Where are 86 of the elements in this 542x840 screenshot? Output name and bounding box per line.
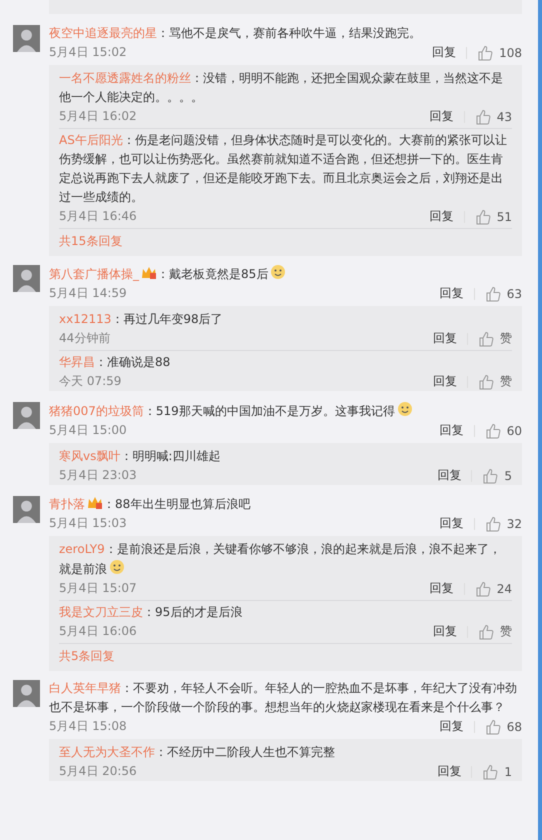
- avatar[interactable]: [13, 25, 40, 52]
- reply-link[interactable]: 回复: [433, 373, 457, 390]
- thumbs-up-icon[interactable]: [474, 580, 491, 596]
- reply-link[interactable]: 回复: [430, 108, 454, 125]
- reply-time: 今天 07:59: [59, 373, 122, 390]
- comment-time: 5月4日 14:59: [49, 285, 127, 302]
- thumbs-up-icon[interactable]: [484, 422, 501, 438]
- thumbs-up-icon[interactable]: [478, 374, 494, 390]
- username-link[interactable]: 我是文刀立三皮: [59, 605, 143, 619]
- reply-link[interactable]: 回复: [430, 580, 454, 597]
- comment-time: 5月4日 15:08: [49, 718, 127, 735]
- like-count: 43: [496, 110, 512, 124]
- username-link[interactable]: 夜空中追逐最亮的星: [49, 26, 157, 40]
- thumbs-up-icon[interactable]: [477, 44, 494, 60]
- reply-text: 一名不愿透露姓名的粉丝：没错，明明不能跑，还把全国观众蒙在鼓里，当然这不是他一个人能决定的。。。。: [59, 70, 504, 106]
- username-link[interactable]: 第八套广播体操_: [49, 267, 139, 281]
- like-count: 赞: [500, 330, 512, 347]
- more-replies-link[interactable]: 共15条回复: [59, 234, 122, 248]
- like-count: 赞: [500, 623, 512, 640]
- thumbs-up-icon[interactable]: [484, 718, 501, 734]
- like-count: 51: [496, 210, 512, 224]
- username-link[interactable]: 华昇昌: [59, 355, 95, 369]
- reply-link[interactable]: 回复: [433, 330, 457, 347]
- like-count: 60: [506, 424, 522, 438]
- like-count: 24: [496, 582, 512, 596]
- username-link[interactable]: 至人无为大圣不作: [59, 745, 155, 759]
- avatar[interactable]: [13, 496, 40, 523]
- scrollbar[interactable]: [538, 0, 542, 840]
- like-count: 68: [506, 720, 522, 734]
- reply-link[interactable]: 回复: [437, 467, 462, 484]
- username-link[interactable]: AS午后阳光: [59, 133, 123, 147]
- comment-text: 猪猪007的垃圾筒：519那天喊的中国加油不是万岁。这事我记得: [49, 401, 522, 421]
- like-count: 63: [506, 286, 522, 300]
- like-count: 5: [504, 468, 512, 482]
- username-link[interactable]: 青扑落: [49, 497, 85, 511]
- thumbs-up-icon[interactable]: [482, 764, 498, 780]
- reply-link[interactable]: 回复: [437, 763, 462, 780]
- username-link[interactable]: 猪猪007的垃圾筒: [49, 404, 144, 418]
- comment-text: 第八套广播体操_ ：戴老板竟然是85后: [49, 264, 522, 284]
- username-link[interactable]: 一名不愿透露姓名的粉丝: [59, 71, 191, 85]
- reply-text: 寒风vs飘叶：明明喊:四川雄起: [59, 448, 222, 465]
- reply-time: 5月4日 16:06: [59, 623, 137, 640]
- username-link[interactable]: zeroLY9: [59, 542, 105, 556]
- thumbs-up-icon[interactable]: [474, 108, 491, 124]
- thumbs-up-icon[interactable]: [484, 286, 501, 302]
- reply-time: 5月4日 16:02: [59, 108, 137, 125]
- avatar[interactable]: [13, 402, 40, 429]
- reply-text: 至人无为大圣不作：不经历中二阶段人生也不算完整: [59, 744, 336, 761]
- like-count: 赞: [500, 373, 512, 390]
- reply-text: zeroLY9：是前浪还是后浪，关键看你够不够浪，浪的起来就是后浪，浪不起来了，就是前浪: [59, 541, 502, 578]
- avatar[interactable]: [13, 265, 40, 292]
- username-link[interactable]: 寒风vs飘叶: [59, 449, 120, 463]
- reply-link[interactable]: 回复: [440, 718, 464, 735]
- username-link[interactable]: 白人英年早猪: [49, 681, 121, 695]
- comment-time: 5月4日 15:00: [49, 422, 127, 439]
- reply-link[interactable]: 回复: [440, 422, 464, 439]
- reply-link[interactable]: 回复: [440, 515, 464, 532]
- reply-time: 5月4日 23:03: [59, 467, 137, 484]
- thumbs-up-icon[interactable]: [478, 624, 494, 640]
- thumbs-up-icon[interactable]: [484, 516, 501, 532]
- reply-time: 5月4日 20:56: [59, 763, 137, 780]
- thumbs-up-icon[interactable]: [482, 468, 498, 484]
- reply-time: 5月4日 16:46: [59, 208, 137, 225]
- reply-time: 44分钟前: [59, 330, 110, 347]
- reply-text: 华昇昌：准确说是88: [59, 354, 172, 371]
- reply-time: 5月4日 15:07: [59, 580, 137, 597]
- reply-text: xx12113：再过几年变98后了: [59, 311, 224, 328]
- reply-link[interactable]: 回复: [432, 44, 456, 61]
- like-count: 108: [499, 46, 522, 60]
- like-count: 32: [506, 516, 522, 530]
- thumbs-up-icon[interactable]: [478, 330, 494, 346]
- reply-link[interactable]: 回复: [430, 208, 454, 225]
- thumbs-up-icon[interactable]: [474, 208, 491, 224]
- comment-time: 5月4日 15:03: [49, 515, 127, 532]
- comment-time: 5月4日 15:02: [49, 44, 127, 61]
- more-replies-link[interactable]: 共5条回复: [59, 649, 115, 663]
- reply-link[interactable]: 回复: [433, 623, 457, 640]
- username-link[interactable]: xx12113: [59, 312, 112, 326]
- avatar[interactable]: [13, 680, 40, 707]
- comment-text: 青扑落 ：88年出生明显也算后浪吧: [49, 495, 252, 513]
- reply-text: AS午后阳光：伤是老问题没错，但身体状态随时是可以变化的。大赛前的紧张可以让伤势缓解，也可以让伤势恶化。虽然赛前就知道不适合跑，但还想拼一下的。医生肯定总说再跑下去人就废了，但还是能咬牙跑下去。而且北京奥运会之后，刘翔还是出过一些成绩的。: [59, 132, 508, 206]
- comment-text: 白人英年早猪：不要劝，年轻人不会听。年轻人的一腔热血不是坏事，年纪大了没有冲劲也不是坏事，一个阶段做一个阶段的事。想想当年的火烧赵家楼现在看来是个什么事？: [49, 680, 518, 716]
- like-count: 1: [504, 764, 512, 778]
- comment-text: 夜空中追逐最亮的星：骂他不是戾气，赛前各种吹牛逼，结果没跑完。: [49, 25, 422, 42]
- reply-link[interactable]: 回复: [440, 285, 464, 302]
- reply-text: 我是文刀立三皮：95后的才是后浪: [59, 604, 244, 621]
